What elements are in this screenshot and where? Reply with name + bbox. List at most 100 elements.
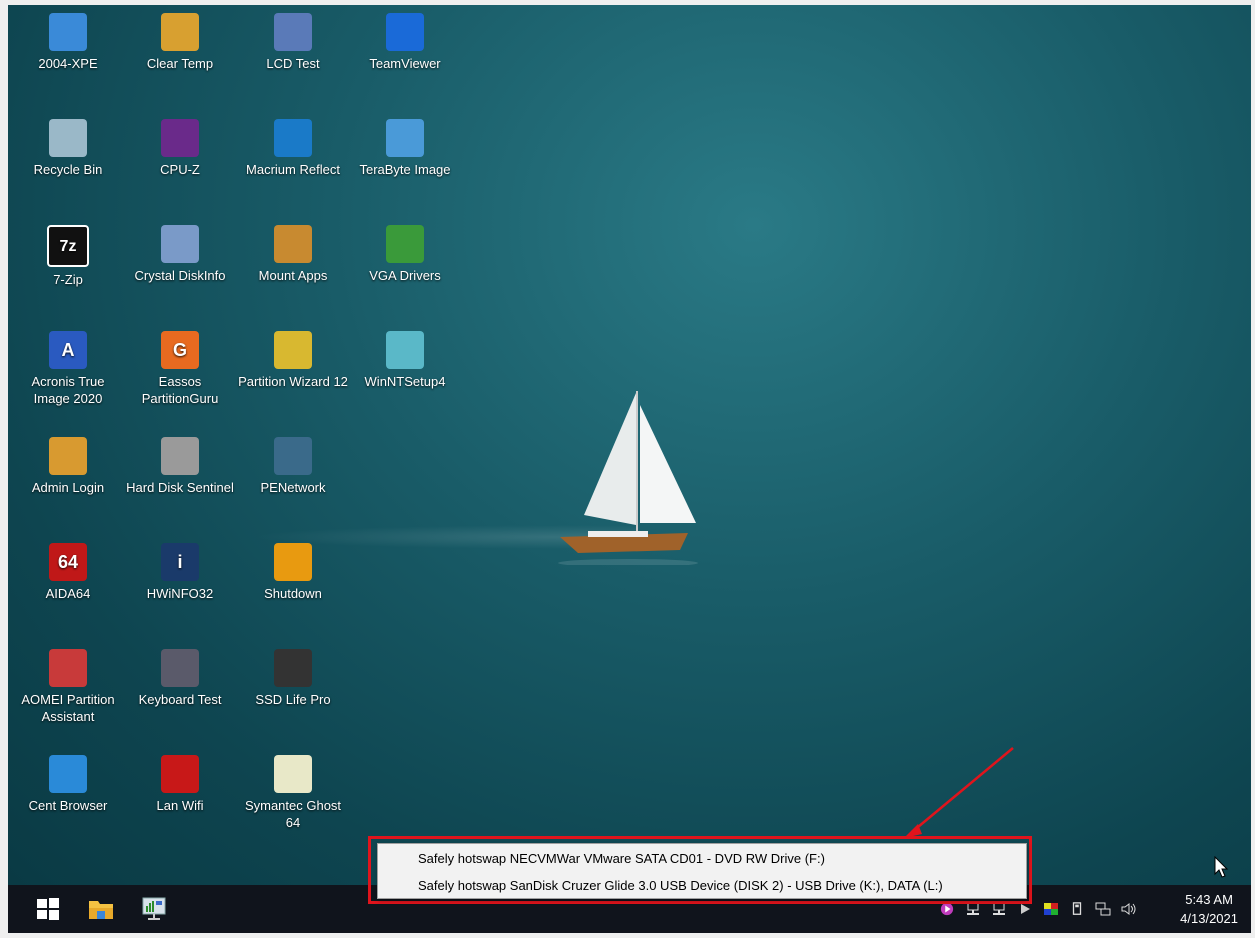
desktop-icon-label: SSD Life Pro — [255, 692, 331, 707]
volume-icon[interactable] — [1121, 902, 1137, 916]
cpu-chip-icon — [161, 119, 199, 157]
key-icon — [49, 437, 87, 475]
network-monitor-icon — [274, 437, 312, 475]
desktop-icon-label: Macrium Reflect — [246, 162, 340, 177]
desktop-icon-apps-box[interactable]: Mount Apps — [238, 225, 348, 284]
seven-zip-icon: 7z — [47, 225, 89, 267]
desktop-icon-hard-disk[interactable]: Hard Disk Sentinel — [125, 437, 235, 496]
desktop-icon-label: Symantec Ghost 64 — [244, 798, 342, 830]
desktop-icon-disk[interactable]: Crystal DiskInfo — [125, 225, 235, 284]
desktop-icon-label: Mount Apps — [258, 268, 328, 283]
disk-icon — [161, 225, 199, 263]
play-tray-icon[interactable] — [1017, 902, 1033, 916]
network-tray-icon-2[interactable] — [991, 902, 1007, 916]
desktop-icon-label: Partition Wizard 12 — [238, 374, 348, 389]
desktop-icon-label: Clear Temp — [146, 56, 214, 71]
desktop-icon-label: Crystal DiskInfo — [134, 268, 226, 283]
desktop-icon-seven-zip[interactable]: 7z 7-Zip — [13, 225, 123, 288]
desktop-icon-label: Eassos PartitionGuru — [141, 374, 219, 406]
keyboard-icon — [161, 649, 199, 687]
broom-icon — [161, 13, 199, 51]
desktop-icon-label: WinNTSetup4 — [364, 374, 446, 389]
desktop-icon-setup[interactable]: WinNTSetup4 — [350, 331, 460, 390]
aomei-icon — [49, 649, 87, 687]
hwinfo-icon: i — [161, 543, 199, 581]
computer-icon — [49, 13, 87, 51]
sailboat-image — [558, 391, 698, 565]
desktop-icon-power[interactable]: Shutdown — [238, 543, 348, 602]
desktop-icon-wifi[interactable]: Lan Wifi — [125, 755, 235, 814]
desktop-icon-computer[interactable]: 2004-XPE — [13, 13, 123, 72]
desktop-icon-label: LCD Test — [266, 56, 320, 71]
start-button[interactable] — [30, 891, 66, 927]
desktop-icon-aida64[interactable]: 64 AIDA64 — [13, 543, 123, 602]
desktop-icon-ssd-chip[interactable]: SSD Life Pro — [238, 649, 348, 708]
terabyte-icon — [386, 119, 424, 157]
clock-time: 5:43 AM — [1185, 892, 1233, 907]
desktop-icon-label: 7-Zip — [53, 272, 83, 287]
ghost-icon — [274, 755, 312, 793]
desktop-icon-terabyte[interactable]: TeraByte Image — [350, 119, 460, 178]
desktop-icon-label: Keyboard Test — [138, 692, 222, 707]
desktop-icon-keyboard[interactable]: Keyboard Test — [125, 649, 235, 708]
desktop-icon-label: Shutdown — [264, 586, 322, 601]
partitionguru-icon: G — [161, 331, 199, 369]
desktop-background[interactable]: 2004-XPE Clear Temp LCD Test TeamViewer Recy… — [8, 5, 1251, 885]
desktop-icon-label: TeraByte Image — [359, 162, 451, 177]
desktop-icon-key[interactable]: Admin Login — [13, 437, 123, 496]
hotswap-context-menu: Safely hotswap NECVMWar VMware SATA CD01… — [377, 843, 1027, 899]
file-explorer-button[interactable] — [83, 891, 119, 927]
desktop-icon-label: AIDA64 — [45, 586, 91, 601]
acronis-icon: A — [49, 331, 87, 369]
desktop-icon-browser[interactable]: Cent Browser — [13, 755, 123, 814]
desktop-icon-aomei[interactable]: AOMEI Partition Assistant — [13, 649, 123, 725]
desktop-icon-label: VGA Drivers — [369, 268, 441, 283]
clock-date: 4/13/2021 — [1180, 911, 1238, 926]
desktop-icon-recycle-bin[interactable]: Recycle Bin — [13, 119, 123, 178]
desktop-icon-graphics-card[interactable]: VGA Drivers — [350, 225, 460, 284]
desktop-icon-label: AOMEI Partition Assistant — [21, 692, 115, 724]
desktop-icon-label: Lan Wifi — [156, 798, 204, 813]
network-tray-icon[interactable] — [965, 902, 981, 916]
screen: 2004-XPE Clear Temp LCD Test TeamViewer Recy… — [0, 0, 1255, 938]
desktop-icon-ghost[interactable]: Symantec Ghost 64 — [238, 755, 348, 831]
hard-disk-icon — [161, 437, 199, 475]
desktop-icon-cpu-chip[interactable]: CPU-Z — [125, 119, 235, 178]
network-monitor-icon — [142, 897, 166, 920]
graphics-card-icon — [386, 225, 424, 263]
usb-drive-icon[interactable] — [1069, 902, 1085, 916]
desktop-icon-wand[interactable]: Partition Wizard 12 — [238, 331, 348, 390]
desktop-icon-label: Acronis True Image 2020 — [31, 374, 105, 406]
mouse-cursor-icon — [1214, 856, 1229, 878]
desktop-icon-broom[interactable]: Clear Temp — [125, 13, 235, 72]
desktop-icon-network-monitor[interactable]: PENetwork — [238, 437, 348, 496]
desktop-icon-label: TeamViewer — [369, 56, 441, 71]
desktop-icon-label: Cent Browser — [28, 798, 108, 813]
desktop-icon-laptop[interactable]: LCD Test — [238, 13, 348, 72]
menu-item-hotswap-dvd[interactable]: Safely hotswap NECVMWar VMware SATA CD01… — [379, 847, 1025, 871]
desktop-icon-teamviewer[interactable]: TeamViewer — [350, 13, 460, 72]
media-player-icon[interactable] — [939, 902, 955, 916]
desktop-icon-label: PENetwork — [260, 480, 326, 495]
apps-box-icon — [274, 225, 312, 263]
aida64-icon: 64 — [49, 543, 87, 581]
menu-item-hotswap-usb[interactable]: Safely hotswap SanDisk Cruzer Glide 3.0 … — [379, 874, 1025, 898]
folder-icon — [89, 901, 113, 919]
recycle-bin-icon — [49, 119, 87, 157]
desktop-icon-macrium[interactable]: Macrium Reflect — [238, 119, 348, 178]
desktop-icon-hwinfo[interactable]: i HWiNFO32 — [125, 543, 235, 602]
desktop-icon-acronis[interactable]: A Acronis True Image 2020 — [13, 331, 123, 407]
desktop-icon-label: Hard Disk Sentinel — [126, 480, 234, 495]
penetwork-taskbar-button[interactable] — [136, 891, 172, 927]
color-display-icon[interactable] — [1043, 902, 1059, 916]
teamviewer-icon — [386, 13, 424, 51]
network-connection-icon[interactable] — [1095, 902, 1111, 916]
desktop-icon-label: HWiNFO32 — [146, 586, 214, 601]
clock[interactable]: 5:43 AM 4/13/2021 — [1180, 890, 1238, 928]
ssd-chip-icon — [274, 649, 312, 687]
desktop-icon-partitionguru[interactable]: G Eassos PartitionGuru — [125, 331, 235, 407]
desktop-icon-label: 2004-XPE — [38, 56, 98, 71]
laptop-icon — [274, 13, 312, 51]
browser-icon — [49, 755, 87, 793]
desktop-icon-label: CPU-Z — [160, 162, 200, 177]
